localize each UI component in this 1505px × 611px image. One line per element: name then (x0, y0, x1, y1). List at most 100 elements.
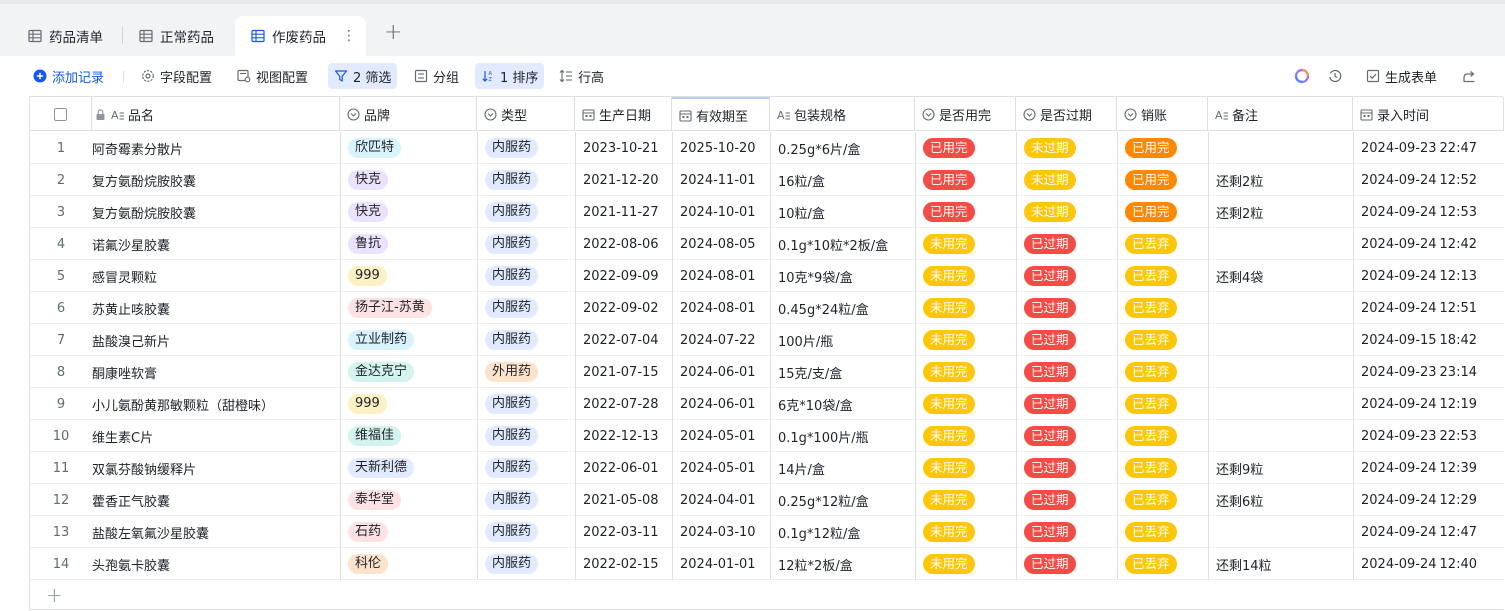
cell-used-up[interactable]: 未用完 (915, 228, 1016, 260)
cell-used-up[interactable]: 未用完 (915, 388, 1016, 420)
cell-type[interactable]: 内服药 (477, 548, 575, 580)
cell-exp-date[interactable]: 2024-05-01 (672, 452, 770, 484)
cell-exp-date[interactable]: 2024-10-01 (672, 196, 770, 228)
cell-note[interactable] (1208, 420, 1353, 452)
cell-used-up[interactable]: 未用完 (915, 452, 1016, 484)
cell-used-up[interactable]: 未用完 (915, 260, 1016, 292)
cell-created-time[interactable]: 2024-09-24 12:19 (1353, 388, 1504, 420)
cell-expired[interactable]: 已过期 (1016, 452, 1117, 484)
cell-writeoff[interactable]: 已用完 (1117, 196, 1208, 228)
table-row[interactable]: 9 小儿氨酚黄那敏颗粒（甜橙味） 999 内服药 2022-07-28 2024-06-0… (30, 388, 1504, 420)
column-header-used-up[interactable]: 是否用完 (915, 97, 1016, 131)
cell-note[interactable]: 还剩2粒 (1208, 196, 1353, 228)
cell-exp-date[interactable]: 2024-07-22 (672, 324, 770, 356)
cell-name[interactable]: 诺氟沙星胶囊 (92, 228, 340, 260)
column-header-expired[interactable]: 是否过期 (1016, 97, 1117, 131)
cell-spec[interactable]: 0.1g*10粒*2板/盒 (770, 228, 915, 260)
cell-expired[interactable]: 未过期 (1016, 196, 1117, 228)
cell-name[interactable]: 盐酸左氧氟沙星胶囊 (92, 516, 340, 548)
cell-expired[interactable]: 已过期 (1016, 228, 1117, 260)
cell-writeoff[interactable]: 已丢弃 (1117, 388, 1208, 420)
cell-mfg-date[interactable]: 2022-07-28 (575, 388, 672, 420)
ai-assistant-button[interactable] (1290, 63, 1319, 89)
cell-type[interactable]: 内服药 (477, 228, 575, 260)
cell-writeoff[interactable]: 已丢弃 (1117, 484, 1208, 516)
cell-created-time[interactable]: 2024-09-24 12:42 (1353, 228, 1504, 260)
cell-expired[interactable]: 已过期 (1016, 484, 1117, 516)
column-header-mfg-date[interactable]: 生产日期 (575, 97, 672, 131)
table-row[interactable]: 1 阿奇霉素分散片 欣匹特 内服药 2023-10-21 2025-10-20 0.25g*… (30, 132, 1504, 164)
cell-mfg-date[interactable]: 2022-08-06 (575, 228, 672, 260)
sort-button[interactable]: AZ 1 排序 (475, 63, 545, 89)
tab-normal-medicine[interactable]: 正常药品 (139, 16, 214, 56)
cell-type[interactable]: 内服药 (477, 196, 575, 228)
group-button[interactable]: 分组 (410, 63, 463, 89)
cell-type[interactable]: 内服药 (477, 324, 575, 356)
history-button[interactable] (1324, 63, 1351, 89)
cell-mfg-date[interactable]: 2021-12-20 (575, 164, 672, 196)
cell-spec[interactable]: 14片/盒 (770, 452, 915, 484)
cell-mfg-date[interactable]: 2021-05-08 (575, 484, 672, 516)
cell-created-time[interactable]: 2024-09-23 23:14 (1353, 356, 1504, 388)
cell-exp-date[interactable]: 2024-11-01 (672, 164, 770, 196)
cell-expired[interactable]: 已过期 (1016, 324, 1117, 356)
cell-mfg-date[interactable]: 2022-09-02 (575, 292, 672, 324)
cell-expired[interactable]: 已过期 (1016, 292, 1117, 324)
column-header-created-time[interactable]: 录入时间 (1353, 97, 1504, 131)
cell-brand[interactable]: 石药 (340, 516, 477, 548)
cell-type[interactable]: 内服药 (477, 484, 575, 516)
add-row-button[interactable]: + (46, 583, 63, 607)
cell-note[interactable] (1208, 324, 1353, 356)
cell-expired[interactable]: 已过期 (1016, 516, 1117, 548)
cell-spec[interactable]: 0.25g*6片/盒 (770, 132, 915, 164)
table-row[interactable]: 14 头孢氨卡胶囊 科伦 内服药 2022-02-15 2024-01-01 12粒*2板/… (30, 548, 1504, 580)
cell-expired[interactable]: 已过期 (1016, 356, 1117, 388)
cell-spec[interactable]: 0.1g*12粒/盒 (770, 516, 915, 548)
cell-type[interactable]: 内服药 (477, 516, 575, 548)
table-row[interactable]: 5 感冒灵颗粒 999 内服药 2022-09-09 2024-08-01 10克*9袋/盒… (30, 260, 1504, 292)
table-row[interactable]: 13 盐酸左氧氟沙星胶囊 石药 内服药 2022-03-11 2024-03-10 0.1g… (30, 516, 1504, 548)
cell-expired[interactable]: 已过期 (1016, 388, 1117, 420)
cell-exp-date[interactable]: 2025-10-20 (672, 132, 770, 164)
cell-exp-date[interactable]: 2024-08-05 (672, 228, 770, 260)
cell-exp-date[interactable]: 2024-08-01 (672, 260, 770, 292)
table-row[interactable]: 3 复方氨酚烷胺胶囊 快克 内服药 2021-11-27 2024-10-01 10粒/盒已… (30, 196, 1504, 228)
cell-mfg-date[interactable]: 2021-11-27 (575, 196, 672, 228)
cell-created-time[interactable]: 2024-09-15 18:42 (1353, 324, 1504, 356)
column-header-name[interactable]: A 品名 (92, 97, 340, 131)
table-row[interactable]: 6 苏黄止咳胶囊 扬子江-苏黄 内服药 2022-09-02 2024-08-01 0.45… (30, 292, 1504, 324)
cell-exp-date[interactable]: 2024-01-01 (672, 548, 770, 580)
cell-writeoff[interactable]: 已丢弃 (1117, 292, 1208, 324)
cell-expired[interactable]: 已过期 (1016, 260, 1117, 292)
cell-brand[interactable]: 快克 (340, 196, 477, 228)
cell-name[interactable]: 维生素C片 (92, 420, 340, 452)
cell-exp-date[interactable]: 2024-04-01 (672, 484, 770, 516)
column-header-note[interactable]: A 备注 (1208, 97, 1353, 131)
cell-created-time[interactable]: 2024-09-24 12:13 (1353, 260, 1504, 292)
cell-created-time[interactable]: 2024-09-24 12:52 (1353, 164, 1504, 196)
cell-name[interactable]: 复方氨酚烷胺胶囊 (92, 164, 340, 196)
cell-spec[interactable]: 16粒/盒 (770, 164, 915, 196)
tab-void-medicine[interactable]: 作废药品 ⋮ (235, 16, 366, 56)
field-config-button[interactable]: 字段配置 (137, 63, 216, 89)
cell-brand[interactable]: 天新利德 (340, 452, 477, 484)
cell-name[interactable]: 酮康唑软膏 (92, 356, 340, 388)
cell-created-time[interactable]: 2024-09-24 12:47 (1353, 516, 1504, 548)
tab-medicine-list[interactable]: 药品清单 (28, 16, 103, 56)
cell-created-time[interactable]: 2024-09-24 12:51 (1353, 292, 1504, 324)
cell-created-time[interactable]: 2024-09-24 12:40 (1353, 548, 1504, 580)
table-row[interactable]: 12 藿香正气胶囊 泰华堂 内服药 2021-05-08 2024-04-01 0.25g*… (30, 484, 1504, 516)
cell-mfg-date[interactable]: 2022-06-01 (575, 452, 672, 484)
cell-name[interactable]: 复方氨酚烷胺胶囊 (92, 196, 340, 228)
cell-note[interactable]: 还剩9粒 (1208, 452, 1353, 484)
cell-brand[interactable]: 金达克宁 (340, 356, 477, 388)
select-all-checkbox[interactable] (54, 107, 67, 121)
cell-used-up[interactable]: 未用完 (915, 324, 1016, 356)
cell-note[interactable]: 还剩2粒 (1208, 164, 1353, 196)
cell-used-up[interactable]: 未用完 (915, 356, 1016, 388)
cell-brand[interactable]: 999 (340, 388, 477, 420)
cell-expired[interactable]: 已过期 (1016, 548, 1117, 580)
cell-type[interactable]: 内服药 (477, 292, 575, 324)
cell-mfg-date[interactable]: 2022-02-15 (575, 548, 672, 580)
cell-brand[interactable]: 维福佳 (340, 420, 477, 452)
